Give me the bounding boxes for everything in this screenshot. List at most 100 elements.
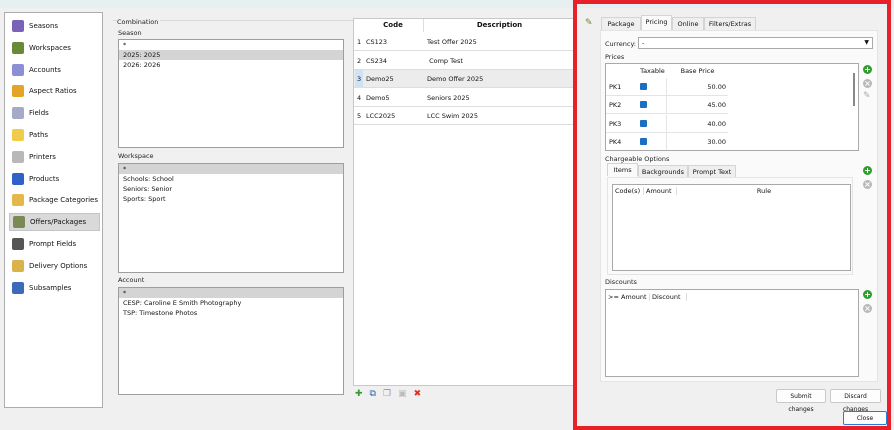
- chargeable-options-label: Chargeable Options: [605, 155, 670, 163]
- grid-toolbar: ✚ ⧉ ❐ ▣ ✖: [355, 389, 421, 399]
- list-item[interactable]: *: [119, 288, 343, 298]
- discounts-grid[interactable]: >= Amount Discount: [605, 289, 859, 377]
- price-name: PK4: [609, 137, 622, 146]
- list-item[interactable]: Schools: School: [119, 174, 343, 184]
- offers-icon: [13, 216, 25, 229]
- row-number: 2: [357, 56, 362, 65]
- season-list[interactable]: * 2025: 2025 2026: 2026: [118, 39, 344, 148]
- cell-divider: [666, 114, 667, 133]
- list-item[interactable]: TSP: Timestone Photos: [119, 308, 343, 318]
- chargeable-items-grid[interactable]: Code(s) Amount Rule: [612, 184, 851, 271]
- price-row[interactable]: PK3 40.00: [606, 114, 728, 133]
- sidebar-item-label: Prompt Fields: [29, 240, 77, 248]
- list-item[interactable]: 2025: 2025: [119, 50, 343, 60]
- list-item[interactable]: *: [119, 164, 343, 174]
- price-row[interactable]: PK2 45.00: [606, 96, 728, 115]
- sidebar-item-delivery-options[interactable]: Delivery Options: [9, 257, 100, 275]
- sidebar-item-label: Offers/Packages: [30, 218, 87, 227]
- row-number: 5: [357, 112, 362, 120]
- list-item[interactable]: *: [119, 40, 343, 50]
- sidebar-item-package-categories[interactable]: Package Categories: [9, 191, 100, 209]
- prices-grid[interactable]: Taxable Base Price PK1 50.00 PK2 45.00 PK3 40…: [605, 63, 859, 151]
- column-header-base-price: Base Price: [680, 67, 715, 75]
- duplicate-icon[interactable]: ⧉: [370, 389, 376, 399]
- workspace-list[interactable]: * Schools: School Seniors: Senior Sports: S…: [118, 163, 344, 273]
- cell-divider: [666, 96, 667, 115]
- sidebar-item-paths[interactable]: Paths: [9, 126, 100, 144]
- base-price[interactable]: 50.00: [707, 78, 726, 96]
- prices-scrollbar[interactable]: [853, 73, 855, 106]
- fields-icon: [12, 107, 24, 120]
- sidebar-item-subsamples[interactable]: Subsamples: [9, 279, 100, 297]
- remove-price-icon[interactable]: ×: [863, 79, 872, 88]
- taxable-checkbox[interactable]: [640, 101, 647, 109]
- table-row[interactable]: 1 CS123 Test Offer 2025: [354, 33, 575, 51]
- remove-option-icon[interactable]: ×: [863, 180, 872, 189]
- currency-select[interactable]: - ▼: [638, 37, 873, 49]
- accounts-icon: [12, 63, 24, 76]
- cell-code: Demo5: [366, 93, 390, 102]
- taxable-checkbox[interactable]: [640, 83, 647, 90]
- tab-online[interactable]: Online: [672, 17, 704, 30]
- table-row[interactable]: 5 LCC2025 LCC Swim 2025: [354, 107, 575, 125]
- column-header-taxable: Taxable: [640, 67, 665, 75]
- aspect-ratio-icon: [12, 85, 24, 98]
- edit-price-icon[interactable]: ✎: [863, 91, 871, 101]
- sidebar-item-products[interactable]: Products: [9, 170, 100, 188]
- column-header-code[interactable]: Code: [363, 19, 424, 32]
- tab-items[interactable]: Items: [607, 163, 638, 176]
- add-discount-icon[interactable]: +: [863, 290, 872, 299]
- tab-filters-extras[interactable]: Filters/Extras: [704, 17, 756, 30]
- taxable-checkbox[interactable]: [640, 119, 647, 127]
- sidebar-item-fields[interactable]: Fields: [9, 104, 100, 122]
- price-row[interactable]: PK1 50.00: [606, 78, 728, 96]
- tab-pricing[interactable]: Pricing: [641, 15, 672, 30]
- sidebar-item-label: Workspaces: [29, 43, 71, 52]
- add-price-icon[interactable]: +: [863, 65, 872, 74]
- sidebar-item-aspect-ratios[interactable]: Aspect Ratios: [9, 82, 100, 100]
- submit-changes-button[interactable]: Submit changes: [776, 389, 826, 413]
- base-price[interactable]: 30.00: [707, 133, 726, 150]
- sidebar-item-seasons[interactable]: Seasons: [9, 17, 100, 35]
- list-item[interactable]: 2026: 2026: [119, 60, 343, 70]
- season-label: Season: [118, 29, 142, 37]
- list-item[interactable]: CESP: Caroline E Smith Photography: [119, 298, 343, 308]
- column-header-description[interactable]: Description: [424, 19, 575, 32]
- sidebar-item-printers[interactable]: Printers: [9, 148, 100, 166]
- sidebar-item-prompt-fields[interactable]: Prompt Fields: [9, 235, 100, 253]
- subsamples-icon: [12, 281, 24, 294]
- base-price[interactable]: 40.00: [707, 115, 726, 133]
- offers-grid[interactable]: Code Description 1 CS123 Test Offer 2025 2 C…: [353, 18, 575, 386]
- table-row[interactable]: 4 Demo5 Seniors 2025: [354, 89, 575, 107]
- package-categories-icon: [12, 194, 24, 207]
- remove-discount-icon[interactable]: ×: [863, 304, 872, 313]
- sidebar-item-offers-packages[interactable]: Offers/Packages: [9, 213, 100, 232]
- tab-package[interactable]: Package: [601, 17, 641, 30]
- close-button[interactable]: Close: [843, 411, 887, 425]
- sidebar-item-accounts[interactable]: Accounts: [9, 61, 100, 79]
- prices-label: Prices: [605, 53, 625, 61]
- chevron-down-icon: ▼: [864, 39, 869, 46]
- base-price[interactable]: 45.00: [707, 96, 726, 114]
- delete-icon[interactable]: ✖: [414, 389, 422, 399]
- sidebar-item-label: Fields: [29, 109, 49, 118]
- sidebar-item-label: Subsamples: [29, 283, 72, 292]
- price-row[interactable]: PK4 30.00: [606, 132, 728, 150]
- copy-icon[interactable]: ❐: [383, 389, 391, 399]
- column-header-rule: Rule: [756, 187, 772, 195]
- sidebar-item-workspaces[interactable]: Workspaces: [9, 39, 100, 57]
- currency-label: Currency:: [605, 40, 637, 48]
- sidebar-item-label: Delivery Options: [29, 261, 88, 270]
- add-icon[interactable]: ✚: [355, 389, 363, 399]
- table-row[interactable]: 3 Demo25 Demo Offer 2025: [354, 70, 575, 88]
- taxable-checkbox[interactable]: [640, 137, 647, 145]
- list-item[interactable]: Seniors: Senior: [119, 184, 343, 194]
- workspace-label: Workspace: [118, 152, 154, 160]
- discard-changes-button[interactable]: Discard changes: [830, 389, 881, 413]
- add-option-icon[interactable]: +: [863, 166, 872, 175]
- paste-icon[interactable]: ▣: [398, 389, 407, 399]
- list-item[interactable]: Sports: Sport: [119, 194, 343, 204]
- account-list[interactable]: * CESP: Caroline E Smith Photography TSP: …: [118, 287, 344, 395]
- table-row[interactable]: 2 CS234 Comp Test: [354, 52, 575, 70]
- calendar-icon: [12, 20, 24, 32]
